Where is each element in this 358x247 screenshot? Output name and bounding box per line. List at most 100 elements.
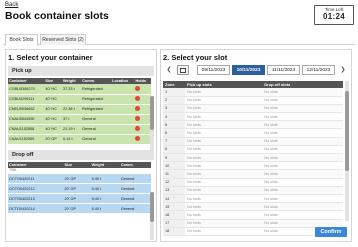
slot-panel: 2. Select your slot ❮ 09/11/2023 10/11/2…	[160, 49, 352, 242]
pickup-scroll-thumb[interactable]	[150, 96, 154, 130]
hold-cell	[134, 134, 151, 145]
dropoff-slot-cell[interactable]: No slots	[262, 145, 343, 155]
dropoff-slot-cell[interactable]: No slots	[262, 169, 343, 179]
hold-cell	[134, 114, 151, 125]
page-title: Book container slots	[5, 10, 109, 22]
slot-scroll-thumb[interactable]	[345, 91, 349, 171]
pickup-slot-cell[interactable]: No slots	[185, 104, 263, 114]
container-id: OCTO0420211	[8, 173, 64, 184]
dropoff-slot-cell[interactable]: No slots	[262, 219, 343, 228]
col-dropoff-slots: Drop off slots	[262, 81, 343, 88]
pickup-table: Container Size Weight Comm. Location Hol…	[8, 78, 151, 145]
pickup-slot-cell[interactable]: No slots	[185, 219, 263, 228]
dropoff-slot-cell[interactable]: No slots	[262, 96, 343, 105]
date-selector: ❮ 09/11/2023 10/11/2023 11/11/2023 12/11…	[163, 65, 349, 76]
slot-scrollbar[interactable]	[345, 81, 349, 221]
container-panel: 1. Select your container Pick up Contain…	[5, 49, 157, 242]
col-zone: Zone	[163, 81, 185, 88]
slot-row: 10 No slots No slots	[163, 161, 343, 171]
pickup-slot-cell[interactable]: No slots	[185, 112, 263, 122]
slot-row: 12 No slots No slots	[163, 178, 343, 187]
dropoff-slot-cell[interactable]: No slots	[262, 210, 343, 220]
container-size: 40' HC	[44, 104, 63, 115]
container-size: 20' GP	[63, 203, 91, 214]
confirm-button[interactable]: Confirm	[315, 227, 347, 237]
pickup-slot-cell[interactable]: No slots	[185, 202, 263, 212]
container-id: OCTO0420212	[8, 183, 64, 194]
slot-row: 14 No slots No slots	[163, 194, 343, 204]
pickup-slot-cell[interactable]: No slots	[185, 161, 263, 171]
slot-table: Zone Pick up slots Drop off slots 1 No sl…	[163, 81, 343, 236]
dropoff-row[interactable]: OCTO0420212 20' GP 5.40 t General	[8, 183, 151, 194]
zone-cell: 5	[163, 120, 185, 130]
dropoff-slot-cell[interactable]: No slots	[262, 128, 343, 138]
zone-cell: 11	[163, 169, 185, 179]
dropoff-slot-cell[interactable]: No slots	[262, 178, 343, 187]
pickup-slot-cell[interactable]: No slots	[185, 145, 263, 155]
pickup-slot-cell[interactable]: No slots	[185, 186, 263, 195]
pickup-row[interactable]: CNAU1152558 40' HC 21.19 t General	[8, 124, 151, 135]
hold-cell	[134, 104, 151, 115]
tab-bar: Book Slots Reserved Slots (2)	[3, 34, 355, 46]
pickup-slot-cell[interactable]: No slots	[185, 178, 263, 187]
dropoff-slot-cell[interactable]: No slots	[262, 153, 343, 163]
container-size: 20' GP	[63, 183, 91, 194]
dropoff-slot-cell[interactable]: No slots	[262, 88, 343, 97]
date-option-selected[interactable]: 10/11/2023	[232, 65, 265, 75]
container-size: 40' HC	[44, 114, 63, 125]
date-option[interactable]: 11/11/2023	[267, 65, 300, 75]
container-id: CNEU9036652	[8, 104, 45, 115]
dropoff-slot-cell[interactable]: No slots	[262, 137, 343, 146]
pickup-slot-cell[interactable]: No slots	[185, 210, 263, 220]
zone-cell: 6	[163, 128, 185, 138]
pickup-row[interactable]: CNEU9036652 40' HC 22.36 t Refrigerated	[8, 104, 151, 115]
container-id: CNAU1152558	[8, 124, 45, 135]
container-id: OCTO0420213	[8, 193, 64, 204]
pickup-slot-cell[interactable]: No slots	[185, 88, 263, 97]
zone-cell: 9	[163, 153, 185, 163]
container-location	[111, 104, 135, 115]
dropoff-row[interactable]: OCTO0420214 20' GP 5.40 t General	[8, 203, 151, 214]
pickup-slot-cell[interactable]: No slots	[185, 169, 263, 179]
pickup-slot-cell[interactable]: No slots	[185, 194, 263, 204]
chevron-left-icon[interactable]: ❮	[165, 66, 173, 75]
dropoff-slot-cell[interactable]: No slots	[262, 120, 343, 130]
tab-reserved-slots[interactable]: Reserved Slots (2)	[40, 34, 86, 45]
pickup-slot-cell[interactable]: No slots	[185, 137, 263, 146]
dropoff-scrollbar[interactable]	[150, 192, 154, 240]
pickup-scrollbar[interactable]	[150, 96, 154, 158]
pickup-slot-cell[interactable]: No slots	[185, 120, 263, 130]
pickup-slot-cell[interactable]: No slots	[185, 227, 263, 236]
dropoff-slot-cell[interactable]: No slots	[262, 202, 343, 212]
zone-cell: 10	[163, 161, 185, 171]
slot-row: 7 No slots No slots	[163, 137, 343, 146]
dropoff-slot-cell[interactable]: No slots	[262, 186, 343, 195]
calendar-icon[interactable]	[177, 65, 189, 75]
pickup-row[interactable]: CNAU5044590 40' HC 37 t General	[8, 114, 151, 125]
hold-indicator-icon	[135, 96, 141, 101]
dropoff-slot-cell[interactable]: No slots	[262, 161, 343, 171]
pickup-row[interactable]: CGBU5386270 40' HC 37.33 t Refrigerated	[8, 84, 151, 95]
back-link[interactable]: Back	[5, 2, 18, 8]
dropoff-row[interactable]: OCTO0420211 20' GP 5.40 t General	[8, 173, 151, 184]
pickup-row[interactable]: CGBU5299111 40' HC Refrigerated	[8, 94, 151, 105]
date-option[interactable]: 09/11/2023	[197, 65, 230, 75]
pickup-slot-cell[interactable]: No slots	[185, 96, 263, 105]
slot-row: 13 No slots No slots	[163, 186, 343, 195]
tab-book-slots[interactable]: Book Slots	[5, 34, 38, 46]
slot-row: 16 No slots No slots	[163, 210, 343, 220]
slot-row: 6 No slots No slots	[163, 128, 343, 138]
dropoff-slot-cell[interactable]: No slots	[262, 104, 343, 114]
dropoff-slot-cell[interactable]: No slots	[262, 194, 343, 204]
date-option[interactable]: 12/11/2023	[302, 65, 335, 75]
pickup-row[interactable]: CNAU1152559 20' GP 6.14 t General	[8, 134, 151, 145]
pickup-slot-cell[interactable]: No slots	[185, 128, 263, 138]
hold-indicator-icon	[135, 85, 141, 91]
dropoff-slot-cell[interactable]: No slots	[262, 112, 343, 122]
container-panel-title: 1. Select your container	[8, 53, 93, 62]
dropoff-scroll-thumb[interactable]	[150, 192, 154, 222]
container-comm: General	[119, 193, 151, 204]
pickup-slot-cell[interactable]: No slots	[185, 153, 263, 163]
chevron-right-icon[interactable]: ❯	[339, 66, 347, 75]
dropoff-row[interactable]: OCTO0420213 20' GP 5.40 t General	[8, 193, 151, 204]
